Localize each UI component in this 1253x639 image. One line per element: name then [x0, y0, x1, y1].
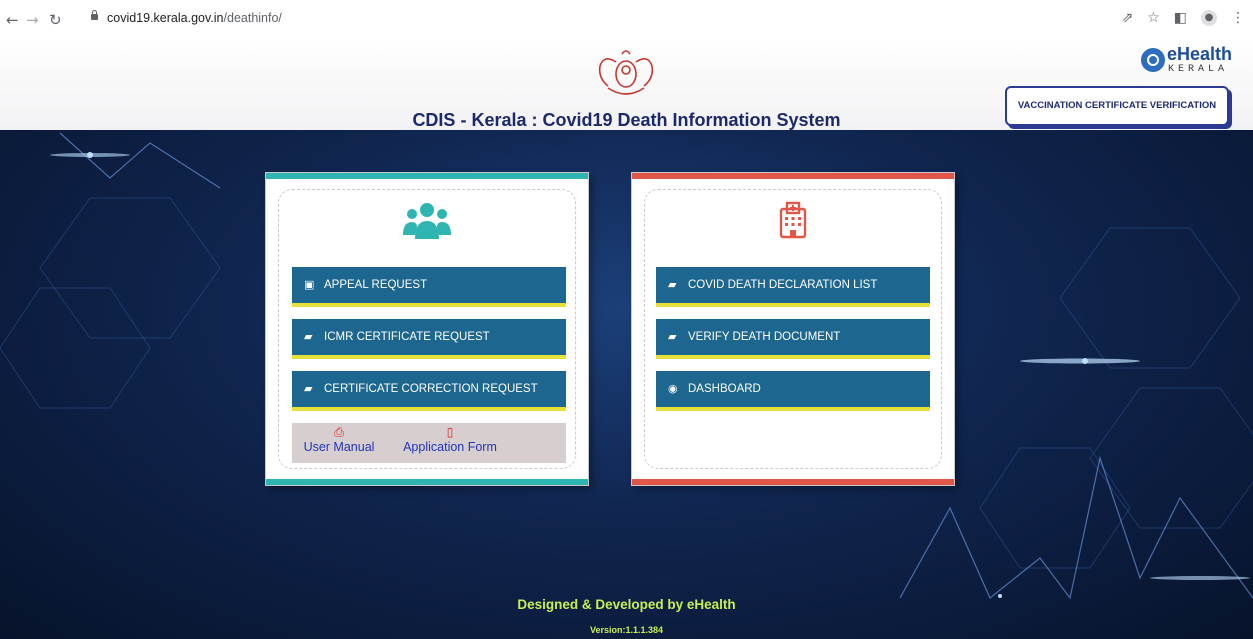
button-label: VERIFY DEATH DOCUMENT: [688, 331, 841, 343]
star-icon[interactable]: ☆: [1147, 10, 1160, 26]
icmr-certificate-request-button[interactable]: ▰ ICMR CERTIFICATE REQUEST: [292, 319, 566, 359]
edit-document-icon: ▣: [304, 278, 315, 291]
certificate-correction-request-button[interactable]: ▰ CERTIFICATE CORRECTION REQUEST: [292, 371, 566, 411]
ehealth-kerala-logo: eHealth KERALA: [1141, 44, 1233, 80]
death-records-card: ▰ COVID DEATH DECLARATION LIST ▰ VERIFY DE…: [632, 173, 954, 485]
vaccination-certificate-verification-button[interactable]: VACCINATION CERTIFICATE VERIFICATION: [1005, 86, 1229, 126]
logo-subtext: KERALA: [1168, 64, 1229, 75]
logo-text: eHealth: [1167, 44, 1233, 64]
link-label: Application Form: [403, 440, 497, 454]
application-form-link[interactable]: ▯ Application Form: [400, 425, 500, 454]
url-domain: covid19.kerala.gov.in: [107, 11, 224, 25]
sidepanel-icon[interactable]: ◧: [1174, 10, 1187, 26]
url-path: /deathinfo/: [223, 11, 282, 25]
verify-death-document-button[interactable]: ▰ VERIFY DEATH DOCUMENT: [656, 319, 930, 359]
citizen-services-card: ▣ APPEAL REQUEST ▰ ICMR CERTIFICATE REQUES…: [266, 173, 588, 485]
kerala-emblem-icon: [598, 50, 654, 95]
reload-icon[interactable]: ↻: [49, 11, 62, 29]
book-icon: ▰: [304, 330, 313, 343]
dashboard-icon: ◉: [668, 382, 678, 395]
back-arrow-icon[interactable]: ←: [6, 11, 19, 29]
address-bar[interactable]: covid19.kerala.gov.in/deathinfo/: [107, 11, 282, 25]
appeal-request-button[interactable]: ▣ APPEAL REQUEST: [292, 267, 566, 307]
covid-death-declaration-list-button[interactable]: ▰ COVID DEATH DECLARATION LIST: [656, 267, 930, 307]
book-icon: ▰: [668, 330, 677, 343]
user-manual-link[interactable]: ⎙ User Manual: [300, 425, 378, 454]
book-icon: ▰: [304, 382, 313, 395]
button-label: COVID DEATH DECLARATION LIST: [688, 279, 878, 291]
dashboard-button[interactable]: ◉ DASHBOARD: [656, 371, 930, 411]
ehealth-globe-icon: [1141, 48, 1165, 72]
profile-avatar-icon[interactable]: ●: [1201, 10, 1217, 26]
pdf-icon: ⎙: [334, 425, 344, 439]
link-label: User Manual: [303, 440, 375, 454]
users-icon: [403, 203, 451, 239]
share-icon[interactable]: ⇗: [1121, 10, 1133, 26]
hospital-icon: [779, 201, 807, 239]
button-label: ICMR CERTIFICATE REQUEST: [324, 331, 490, 343]
site-header: eHealth KERALA CDIS - Kerala : Covid19 D…: [0, 38, 1253, 130]
button-label: APPEAL REQUEST: [324, 279, 428, 291]
menu-dots-icon[interactable]: ⋮: [1231, 10, 1245, 26]
footer-version: Version:1.1.1.384: [589, 625, 664, 635]
file-icon: ▯: [446, 425, 454, 439]
forward-arrow-icon[interactable]: →: [26, 11, 39, 29]
downloads-panel: ⎙ User Manual ▯ Application Form: [292, 423, 566, 463]
browser-toolbar: ← → ↻ covid19.kerala.gov.in/deathinfo/ ⇗…: [0, 0, 1253, 39]
button-label: DASHBOARD: [688, 383, 761, 395]
lock-icon[interactable]: [91, 10, 98, 20]
button-label: CERTIFICATE CORRECTION REQUEST: [324, 383, 538, 395]
footer-credit: Designed & Developed by eHealth: [517, 597, 736, 612]
book-icon: ▰: [668, 278, 677, 291]
page-body: eHealth KERALA CDIS - Kerala : Covid19 D…: [0, 38, 1253, 639]
